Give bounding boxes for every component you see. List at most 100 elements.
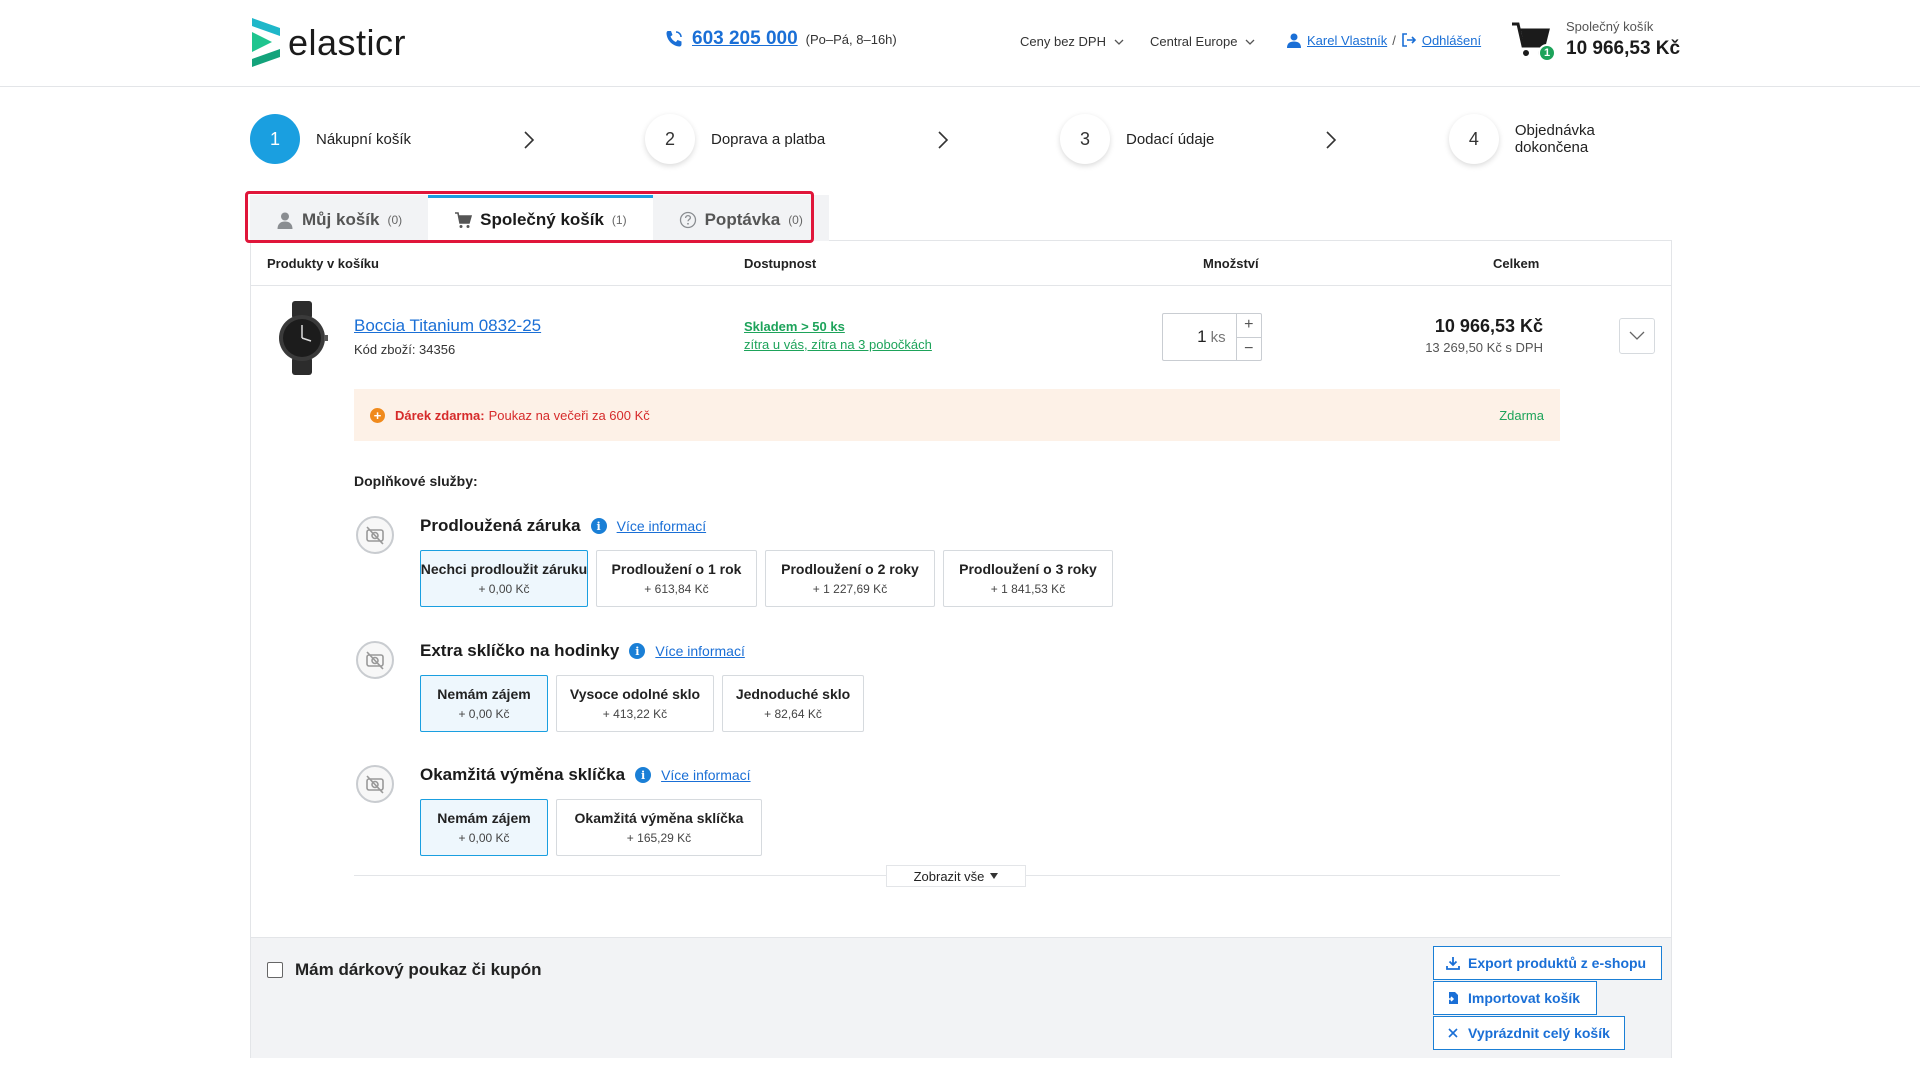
option-price: + 0,00 Kč	[478, 582, 530, 596]
price-mode-label: Ceny bez DPH	[1020, 34, 1106, 49]
cart-footer: Mám dárkový poukaz či kupón Export produ…	[251, 937, 1671, 1058]
site-header: elasticr 603 205 000 (Po–Pá, 8–16h) Ceny…	[0, 0, 1920, 87]
table-header: Produkty v košíku Dostupnost Množství Ce…	[251, 241, 1671, 286]
option-warranty-3y[interactable]: Prodloužení o 3 roky + 1 841,53 Kč	[943, 550, 1113, 607]
product-image[interactable]	[275, 301, 329, 375]
chevron-right-icon	[938, 131, 949, 149]
step-label: Dodací údaje	[1126, 130, 1215, 148]
option-warranty-2y[interactable]: Prodloužení o 2 roky + 1 227,69 Kč	[765, 550, 935, 607]
cart-count-badge: 1	[1538, 44, 1556, 62]
logout-link[interactable]: Odhlášení	[1422, 33, 1481, 48]
option-no-glass[interactable]: Nemám zájem + 0,00 Kč	[420, 675, 548, 732]
cart-total: 10 966,53 Kč	[1566, 37, 1681, 59]
service-title: Okamžitá výměna sklíčka	[420, 765, 626, 784]
logo-icon	[252, 18, 280, 67]
more-info-link[interactable]: Více informací	[617, 518, 706, 534]
option-price: + 0,00 Kč	[458, 831, 510, 845]
no-image-icon	[356, 765, 394, 803]
quantity-increase-button[interactable]: +	[1236, 314, 1261, 338]
coupon-label: Mám dárkový poukaz či kupón	[295, 960, 542, 979]
close-icon	[1448, 1028, 1458, 1038]
more-info-link[interactable]: Více informací	[661, 767, 750, 783]
phone-number-link[interactable]: 603 205 000	[692, 28, 798, 50]
no-image-icon	[356, 641, 394, 679]
product-name-link[interactable]: Boccia Titanium 0832-25	[354, 316, 541, 336]
user-name-link[interactable]: Karel Vlastník	[1307, 33, 1387, 48]
empty-label: Vyprázdnit celý košík	[1468, 1025, 1610, 1041]
separator: /	[1392, 32, 1396, 48]
option-no-warranty[interactable]: Nechci prodloužit záruku + 0,00 Kč	[420, 550, 588, 607]
services-title: Doplňkové služby:	[354, 473, 478, 489]
price-mode-dropdown[interactable]: Ceny bez DPH	[1020, 34, 1124, 49]
chevron-down-icon	[1114, 39, 1124, 45]
expand-product-button[interactable]	[1619, 318, 1655, 354]
option-simple-glass[interactable]: Jednoduché sklo + 82,64 Kč	[722, 675, 864, 732]
step-number: 2	[645, 114, 695, 164]
option-name: Nemám zájem	[437, 810, 531, 826]
no-image-icon	[356, 516, 394, 554]
more-info-link[interactable]: Více informací	[655, 643, 744, 659]
availability-stock-link[interactable]: Skladem > 50 ks	[744, 319, 845, 334]
gift-label: Dárek zdarma:	[395, 407, 485, 423]
logo-text: elasticr	[288, 21, 407, 63]
option-price: + 413,22 Kč	[602, 707, 668, 721]
chevron-down-icon	[1245, 39, 1255, 45]
quantity-input[interactable]: 1 ks	[1163, 314, 1236, 360]
header-cart[interactable]: 1 Společný košík 10 966,53 Kč	[1510, 18, 1681, 62]
step-number: 4	[1449, 114, 1499, 164]
import-cart-button[interactable]: Importovat košík	[1433, 981, 1597, 1015]
col-quantity: Množství	[1203, 256, 1259, 271]
option-name: Nechci prodloužit záruku	[420, 561, 588, 577]
col-total: Celkem	[1493, 256, 1540, 271]
info-icon: i	[590, 518, 607, 534]
option-resistant-glass[interactable]: Vysoce odolné sklo + 413,22 Kč	[556, 675, 714, 732]
step-label: Objednávka dokončena	[1514, 122, 1595, 156]
option-warranty-1y[interactable]: Prodloužení o 1 rok + 613,84 Kč	[596, 550, 757, 607]
coupon-checkbox[interactable]	[267, 962, 283, 978]
step-label: Doprava a platba	[711, 130, 826, 148]
option-price: + 82,64 Kč	[764, 707, 822, 721]
user-icon	[1287, 33, 1301, 48]
step-cart[interactable]: 1 Nákupní košík	[250, 114, 411, 164]
product-price: 10 966,53 Kč	[1434, 316, 1543, 336]
option-no-exchange[interactable]: Nemám zájem + 0,00 Kč	[420, 799, 548, 856]
plus-circle-icon: +	[370, 407, 385, 423]
coupon-toggle[interactable]: Mám dárkový poukaz či kupón	[267, 960, 542, 980]
gift-price: Zdarma	[1499, 407, 1544, 423]
phone-contact: 603 205 000 (Po–Pá, 8–16h)	[664, 28, 897, 50]
cart-label: Společný košík	[1566, 18, 1654, 34]
empty-cart-button[interactable]: Vyprázdnit celý košík	[1433, 1016, 1625, 1050]
info-icon: i	[635, 767, 652, 783]
show-all-button[interactable]: Zobrazit vše	[886, 865, 1026, 887]
option-name: Vysoce odolné sklo	[569, 686, 701, 702]
logout-icon	[1402, 33, 1416, 47]
option-price: + 165,29 Kč	[626, 831, 692, 845]
quantity-decrease-button[interactable]: −	[1237, 338, 1261, 361]
region-dropdown[interactable]: Central Europe	[1150, 34, 1255, 49]
export-products-button[interactable]: Export produktů z e-shopu	[1433, 946, 1662, 980]
col-availability: Dostupnost	[744, 256, 817, 271]
phone-hours: (Po–Pá, 8–16h)	[805, 31, 897, 47]
quantity-stepper: 1 ks + −	[1162, 313, 1262, 361]
gift-description: Poukaz na večeři za 600 Kč	[488, 407, 650, 423]
option-price: + 1 841,53 Kč	[990, 582, 1066, 596]
user-menu: Karel Vlastník / Odhlášení	[1286, 32, 1481, 48]
info-icon: i	[629, 643, 646, 659]
availability-detail-link[interactable]: zítra u vás, zítra na 3 pobočkách	[744, 337, 932, 352]
service-title: Prodloužená záruka	[420, 516, 581, 535]
option-name: Okamžitá výměna sklíčka	[574, 810, 744, 826]
option-instant-exchange[interactable]: Okamžitá výměna sklíčka + 165,29 Kč	[556, 799, 762, 856]
step-shipping[interactable]: 2 Doprava a platba	[645, 114, 825, 164]
logo[interactable]: elasticr	[252, 18, 406, 67]
cart-panel: Produkty v košíku Dostupnost Množství Ce…	[250, 240, 1672, 1058]
option-name: Jednoduché sklo	[735, 686, 851, 702]
step-number: 3	[1060, 114, 1110, 164]
product-code: Kód zboží: 34356	[354, 342, 456, 357]
step-complete[interactable]: 4 Objednávka dokončena	[1449, 114, 1672, 164]
option-price: + 1 227,69 Kč	[812, 582, 888, 596]
caret-down-icon	[990, 873, 999, 879]
step-delivery[interactable]: 3 Dodací údaje	[1060, 114, 1214, 164]
region-label: Central Europe	[1150, 34, 1238, 49]
export-label: Export produktů z e-shopu	[1468, 955, 1647, 971]
option-name: Nemám zájem	[437, 686, 531, 702]
